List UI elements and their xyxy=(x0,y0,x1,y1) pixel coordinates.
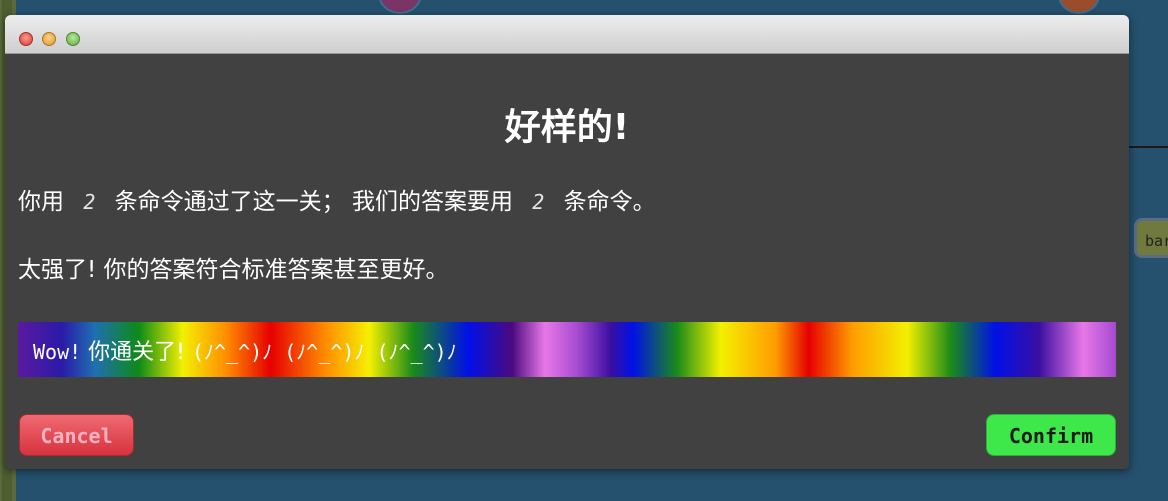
summary-text-3: 条命令。 xyxy=(563,189,656,215)
banner-wow: Wow! xyxy=(33,340,82,364)
minimize-window-button[interactable] xyxy=(42,32,56,46)
dialog-title: 好样的! xyxy=(504,107,630,148)
branch-label: bar xyxy=(1134,218,1168,258)
dialog-body: 好样的! 你用 2 条命令通过了这一关； 我们的答案要用 2 条命令。 太强了!… xyxy=(5,54,1129,469)
window-titlebar xyxy=(5,15,1129,54)
banner-passed: 你通关了! xyxy=(88,340,185,365)
your-command-count: 2 xyxy=(83,190,96,214)
commit-node xyxy=(1058,0,1100,14)
maximize-window-button[interactable] xyxy=(66,32,80,46)
cancel-button[interactable]: Cancel xyxy=(19,414,134,456)
celebration-banner: Wow! 你通关了! (ﾉ^_^)ﾉ (ﾉ^_^)ﾉ (ﾉ^_^)ﾉ xyxy=(18,322,1116,377)
solution-command-count: 2 xyxy=(532,190,545,214)
commit-node xyxy=(378,0,422,14)
result-summary: 你用 2 条命令通过了这一关； 我们的答案要用 2 条命令。 xyxy=(18,182,656,216)
modal-window: 好样的! 你用 2 条命令通过了这一关； 我们的答案要用 2 条命令。 太强了!… xyxy=(5,15,1129,469)
banner-text: Wow! 你通关了! (ﾉ^_^)ﾉ (ﾉ^_^)ﾉ (ﾉ^_^)ﾉ xyxy=(33,334,457,366)
banner-emoticons: (ﾉ^_^)ﾉ (ﾉ^_^)ﾉ (ﾉ^_^)ﾉ xyxy=(192,340,457,364)
confirm-button[interactable]: Confirm xyxy=(986,414,1116,456)
summary-text-2: 条命令通过了这一关； 我们的答案要用 xyxy=(114,189,513,215)
praise-text: 太强了! 你的答案符合标准答案甚至更好。 xyxy=(18,257,449,283)
tree-edge xyxy=(1128,146,1168,148)
close-window-button[interactable] xyxy=(19,32,33,46)
summary-text-1: 你用 xyxy=(18,189,64,215)
